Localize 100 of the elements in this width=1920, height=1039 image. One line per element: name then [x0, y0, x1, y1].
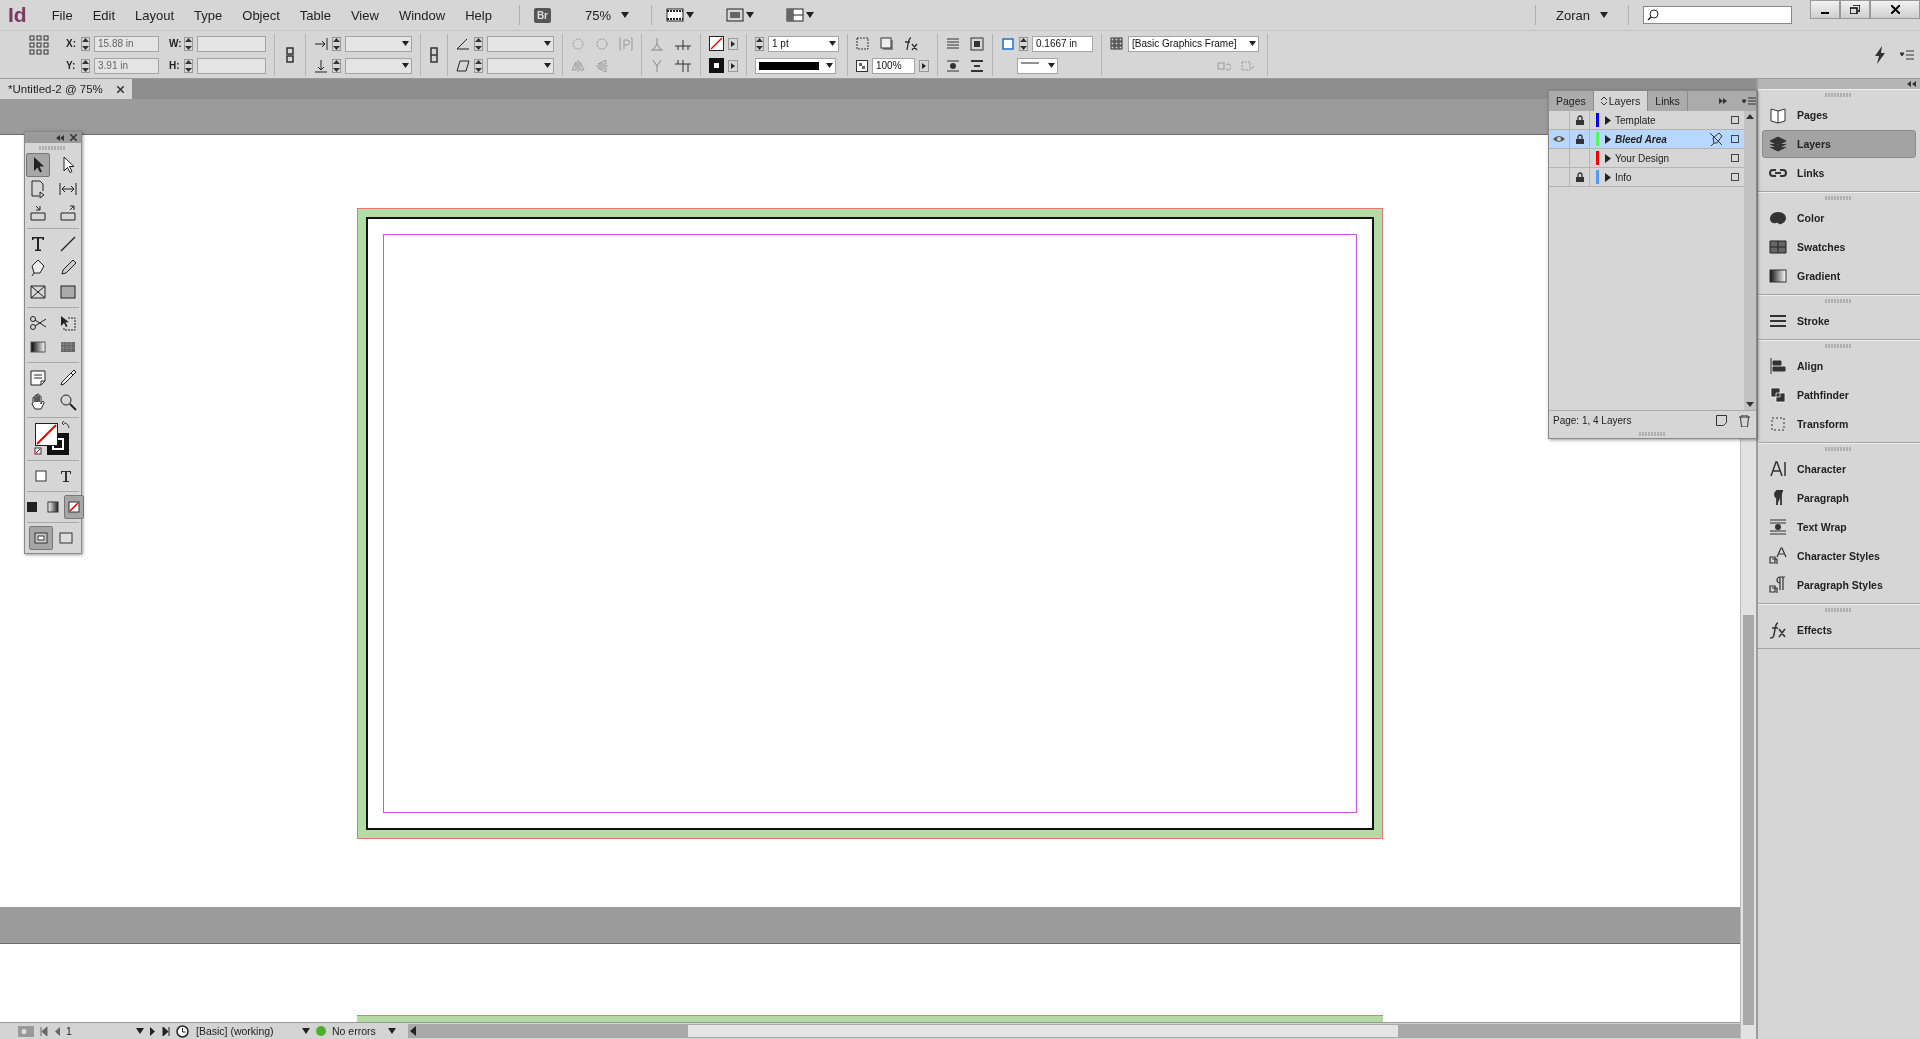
caret-icon[interactable] — [829, 41, 836, 46]
play-arrow-icon[interactable] — [919, 59, 929, 72]
new-layer-icon[interactable] — [1716, 415, 1727, 426]
panel-button[interactable]: Layers — [1762, 130, 1916, 158]
left-arrow-icon[interactable] — [408, 1026, 418, 1037]
stroke-swatch-icon[interactable] — [709, 58, 724, 73]
chain-link-icon[interactable] — [429, 46, 439, 63]
play-arrow-icon[interactable] — [728, 37, 738, 50]
square-icon[interactable] — [1731, 135, 1739, 143]
eye-icon[interactable] — [1553, 135, 1565, 143]
menu-item[interactable]: Type — [187, 7, 230, 23]
fx-icon[interactable] — [1769, 621, 1787, 639]
square-icon[interactable] — [1731, 116, 1739, 124]
stepper-icon[interactable] — [184, 58, 193, 73]
panel-button[interactable]: Pages — [1762, 101, 1916, 129]
last-page-icon[interactable] — [162, 1026, 170, 1036]
stroke-lines-icon[interactable] — [1769, 312, 1787, 330]
trash-icon[interactable] — [1739, 414, 1750, 427]
stepper-icon[interactable] — [332, 36, 341, 51]
text-wrap-icon[interactable] — [970, 36, 984, 51]
restore-button[interactable] — [1840, 0, 1870, 19]
reference-point-icon[interactable] — [28, 33, 50, 56]
horizontal-scrollbar[interactable] — [408, 1024, 1740, 1039]
stroke-weight-dropdown[interactable]: 1 pt — [768, 35, 839, 52]
lightning-icon[interactable] — [1874, 45, 1886, 64]
lock-icon[interactable] — [1575, 172, 1584, 182]
panel-button[interactable]: Effects — [1762, 616, 1916, 644]
offset-field[interactable]: 0.1667 in — [1032, 35, 1093, 52]
document-tab[interactable]: *Untitled-2 @ 75% — [0, 79, 132, 99]
preflight-status[interactable]: No errors — [332, 1025, 382, 1038]
up-down-icon[interactable] — [1600, 96, 1607, 106]
caret-icon[interactable] — [402, 63, 409, 68]
previous-page-icon[interactable] — [54, 1026, 60, 1036]
menu-item[interactable]: Layout — [128, 7, 182, 23]
screen-mode-icon[interactable] — [666, 8, 685, 22]
menu-item[interactable]: Object — [235, 7, 287, 23]
caret-icon[interactable] — [1048, 63, 1055, 68]
panel-tab[interactable]: Links — [1648, 91, 1688, 111]
caret-icon[interactable] — [544, 63, 551, 68]
caret-icon[interactable] — [388, 1028, 396, 1035]
page-number-field[interactable]: 1 — [66, 1025, 130, 1038]
panel-button[interactable]: Swatches — [1762, 233, 1916, 261]
opacity-field[interactable]: 100% — [872, 57, 915, 74]
stacked-layers-icon[interactable] — [1769, 135, 1787, 153]
layer-row[interactable]: Bleed Area — [1549, 130, 1744, 149]
stepper-icon[interactable] — [184, 36, 193, 51]
panel-button[interactable]: Links — [1762, 159, 1916, 187]
fill-none-swatch-icon[interactable] — [709, 36, 724, 51]
stroke-align-dropdown[interactable] — [1017, 57, 1058, 74]
frame-view-icon[interactable] — [726, 8, 745, 22]
stroke-type-dropdown[interactable] — [755, 57, 836, 74]
panel-button[interactable]: Paragraph — [1762, 484, 1916, 512]
caret-icon[interactable] — [1600, 12, 1608, 18]
close-button[interactable] — [1870, 0, 1920, 19]
paragraph-style-icon[interactable] — [1769, 576, 1787, 594]
scale-y-icon[interactable] — [314, 58, 328, 73]
caret-icon[interactable] — [826, 63, 833, 68]
panel-button[interactable]: Paragraph Styles — [1762, 571, 1916, 599]
first-page-icon[interactable] — [40, 1026, 48, 1036]
text-wrap-icon[interactable] — [970, 58, 984, 73]
corner-options-icon[interactable] — [856, 36, 870, 51]
frame-fitting-icon[interactable] — [1001, 36, 1015, 51]
align-left-icon[interactable] — [1769, 357, 1787, 375]
minimize-button[interactable] — [1810, 0, 1840, 19]
stepper-icon[interactable] — [474, 36, 483, 51]
restore-icon[interactable] — [1850, 5, 1860, 14]
arrange-documents-icon[interactable] — [786, 8, 805, 22]
chain-link-icon[interactable] — [283, 46, 297, 63]
user-menu[interactable]: Zoran — [1550, 7, 1614, 23]
menu-item[interactable]: View — [343, 7, 386, 23]
menu-item[interactable]: Edit — [85, 7, 123, 23]
play-arrow-icon[interactable] — [728, 59, 738, 72]
stepper-icon[interactable] — [81, 58, 90, 73]
up-arrow-icon[interactable] — [1746, 114, 1754, 119]
caret-icon[interactable] — [686, 12, 695, 18]
caret-icon[interactable] — [402, 41, 409, 46]
square-icon[interactable] — [1731, 154, 1739, 162]
next-page-icon[interactable] — [150, 1026, 156, 1036]
swatch-grid-icon[interactable] — [1769, 238, 1787, 256]
stepper-icon[interactable] — [1019, 36, 1028, 51]
caret-icon[interactable] — [302, 1028, 310, 1035]
square-icon[interactable] — [1731, 173, 1739, 181]
menu-item[interactable]: Table — [292, 7, 338, 23]
pen-slash-icon[interactable] — [1709, 132, 1723, 146]
bounding-box-icon[interactable] — [1769, 415, 1787, 433]
text-wrap-icon[interactable] — [1769, 518, 1787, 536]
letter-a-icon[interactable] — [1769, 460, 1787, 478]
caret-icon[interactable] — [621, 12, 630, 18]
collapse-icon[interactable] — [1907, 81, 1916, 87]
bridge-button[interactable]: Br — [533, 7, 551, 23]
fx-icon[interactable] — [904, 36, 918, 51]
open-book-icon[interactable] — [1769, 106, 1787, 124]
select-next-icon[interactable] — [674, 58, 692, 73]
fill-stroke-drawing[interactable] — [33, 421, 73, 457]
object-style-icon[interactable] — [1110, 36, 1124, 51]
layer-row[interactable]: Info — [1549, 168, 1744, 187]
close-icon[interactable] — [116, 85, 124, 93]
panel-tab[interactable]: Layers — [1593, 91, 1649, 111]
search-field[interactable] — [1643, 6, 1792, 24]
stepper-icon[interactable] — [755, 36, 764, 51]
